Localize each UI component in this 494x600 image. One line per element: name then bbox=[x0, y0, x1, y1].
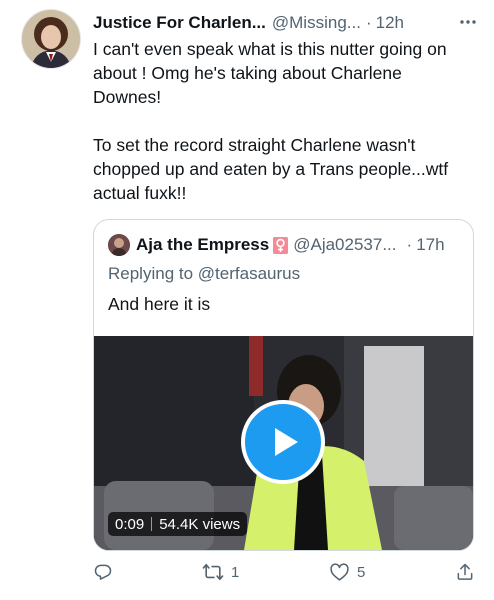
tweet-text: I can't even speak what is this nutter g… bbox=[93, 37, 473, 205]
quoted-tweet-time: 17h bbox=[416, 235, 445, 254]
share-button[interactable] bbox=[455, 562, 475, 582]
video-views: 54.4K views bbox=[159, 515, 241, 533]
quoted-tweet-header: Aja the Empress @Aja02537... · 17h bbox=[108, 234, 464, 256]
quoted-separator-dot: · bbox=[406, 235, 413, 254]
separator-dot: · bbox=[365, 13, 372, 32]
tweet-actions: 1 5 bbox=[93, 562, 478, 590]
play-icon[interactable] bbox=[241, 400, 325, 484]
like-count: 5 bbox=[357, 563, 366, 581]
like-button[interactable]: 5 bbox=[329, 562, 365, 582]
replying-prefix: Replying to bbox=[108, 264, 194, 283]
replying-to-line: Replying to @terfasaurus bbox=[108, 264, 300, 284]
author-avatar[interactable] bbox=[21, 9, 81, 69]
quoted-author-name: Aja the Empress bbox=[136, 235, 270, 254]
tweet-paragraph-2: To set the record straight Charlene wasn… bbox=[93, 135, 449, 203]
retweet-button[interactable]: 1 bbox=[202, 562, 239, 582]
replying-mention-link[interactable]: @terfasaurus bbox=[198, 264, 300, 283]
avatar-image bbox=[22, 10, 80, 68]
tweet-header: Justice For Charlen... @Missing... · 12h bbox=[93, 12, 478, 34]
quoted-tweet-text: And here it is bbox=[108, 294, 211, 314]
reply-button[interactable] bbox=[93, 562, 113, 582]
video-player[interactable]: 0:09 54.4K views bbox=[94, 336, 473, 550]
author-handle[interactable]: @Missing... bbox=[272, 13, 361, 33]
author-name[interactable]: Justice For Charlen... bbox=[93, 13, 266, 33]
heart-icon bbox=[329, 562, 350, 582]
tweet-time[interactable]: 12h bbox=[376, 13, 404, 33]
video-stats-badge: 0:09 54.4K views bbox=[108, 512, 248, 536]
badge-divider bbox=[151, 517, 153, 531]
more-dots-icon[interactable] bbox=[458, 12, 478, 37]
quoted-tweet-card[interactable]: Aja the Empress @Aja02537... · 17h Reply… bbox=[93, 219, 474, 551]
video-elapsed: 0:09 bbox=[115, 515, 145, 533]
tweet-paragraph-1: I can't even speak what is this nutter g… bbox=[93, 39, 447, 107]
retweet-icon bbox=[202, 562, 224, 582]
quoted-author-handle: @Aja02537... bbox=[293, 235, 397, 254]
quoted-author-avatar bbox=[108, 234, 130, 256]
female-sign-flag-icon bbox=[273, 236, 289, 254]
share-icon bbox=[455, 562, 475, 582]
retweet-count: 1 bbox=[231, 563, 240, 581]
reply-icon bbox=[93, 562, 113, 582]
